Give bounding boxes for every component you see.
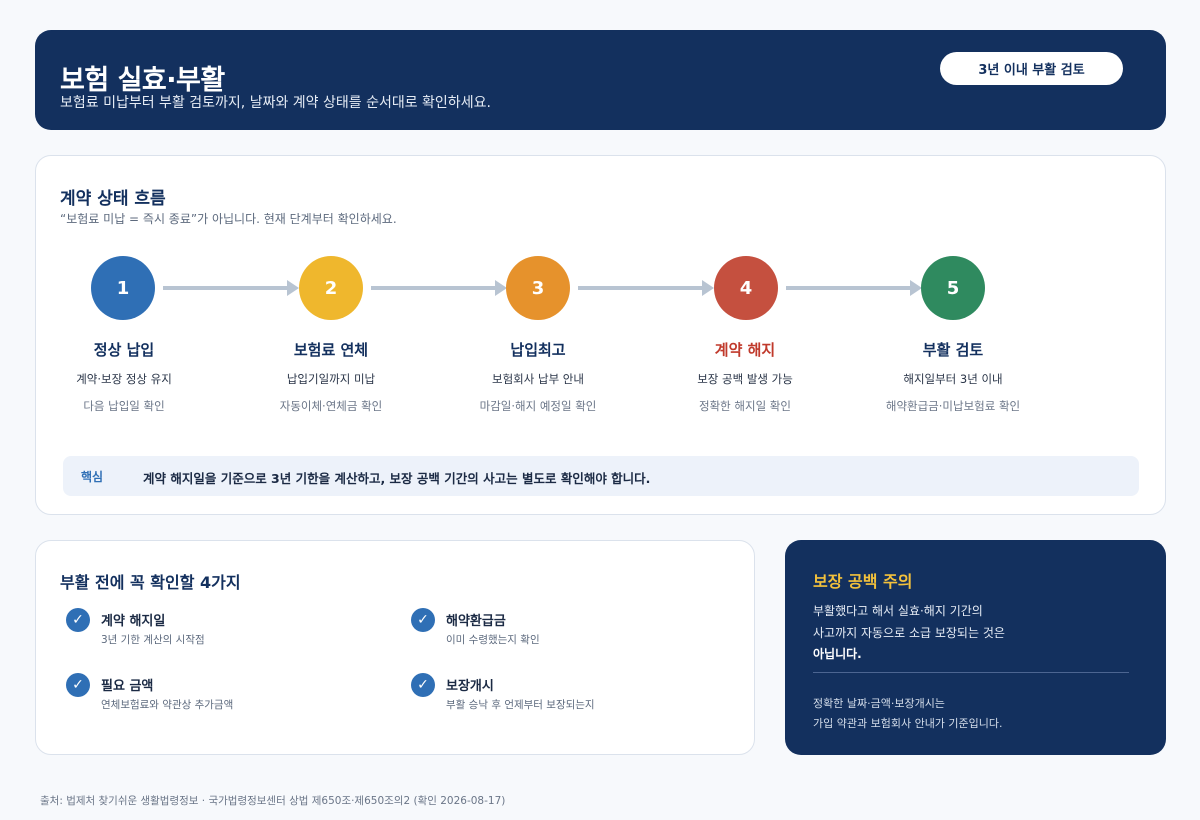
step-number-1: 1 xyxy=(91,256,155,320)
warning-text-emphasis: 아닙니다. xyxy=(813,647,862,661)
step-detail: 해지일부터 3년 이내 xyxy=(903,372,1003,386)
checklist-item-title: 보장개시 xyxy=(446,679,494,694)
divider xyxy=(813,672,1129,673)
step-check: 마감일·해지 예정일 확인 xyxy=(479,399,597,413)
page-subtitle: 보험료 미납부터 부활 검토까지, 날짜와 계약 상태를 순서대로 확인하세요. xyxy=(60,95,491,111)
header-banner: 보험 실효·부활 보험료 미납부터 부활 검토까지, 날짜와 계약 상태를 순서… xyxy=(35,30,1166,130)
checklist-item-title: 해약환급금 xyxy=(446,614,506,629)
checklist-item-desc: 이미 수령했는지 확인 xyxy=(446,634,540,646)
checklist-item-title: 필요 금액 xyxy=(101,679,154,694)
step-number-4: 4 xyxy=(714,256,778,320)
checklist-item-desc: 3년 기한 계산의 시작점 xyxy=(101,634,205,646)
status-flow-card: 계약 상태 흐름 “보험료 미납 = 즉시 종료”가 아닙니다. 현재 단계부터… xyxy=(35,155,1166,515)
coverage-gap-warning-card: 보장 공백 주의 부활했다고 해서 실효·해지 기간의 사고까지 자동으로 소급… xyxy=(785,540,1166,755)
step-detail: 보험회사 납부 안내 xyxy=(492,372,584,386)
step-number-3: 3 xyxy=(506,256,570,320)
flow-arrow xyxy=(786,280,922,296)
key-point-label: 핵심 xyxy=(81,470,104,484)
flow-arrow xyxy=(371,280,507,296)
step-check: 해약환급금·미납보험료 확인 xyxy=(885,399,1021,413)
warning-text-line: 부활했다고 해서 실효·해지 기간의 xyxy=(813,604,983,618)
step-title-notice: 납입최고 xyxy=(510,341,566,359)
step-check: 정확한 해지일 확인 xyxy=(699,399,791,413)
warning-title: 보장 공백 주의 xyxy=(813,572,913,591)
step-title-overdue: 보험료 연체 xyxy=(293,341,369,359)
deadline-badge: 3년 이내 부활 검토 xyxy=(940,52,1123,85)
step-number-2: 2 xyxy=(299,256,363,320)
key-point-text: 계약 해지일을 기준으로 3년 기한을 계산하고, 보장 공백 기간의 사고는 … xyxy=(143,471,651,486)
check-icon: ✓ xyxy=(66,673,90,697)
check-icon: ✓ xyxy=(66,608,90,632)
warning-note-line: 정확한 날짜·금액·보장개시는 xyxy=(813,697,945,710)
source-citation: 출처: 법제처 찾기쉬운 생활법령정보 · 국가법령정보센터 상법 제650조·… xyxy=(40,795,506,807)
step-title-normal: 정상 납입 xyxy=(93,341,155,359)
flow-arrow xyxy=(578,280,714,296)
flow-title: 계약 상태 흐름 xyxy=(60,189,166,209)
checklist-item-title: 계약 해지일 xyxy=(101,614,166,629)
warning-text-line: 사고까지 자동으로 소급 보장되는 것은 xyxy=(813,626,1005,640)
checklist-item-desc: 부활 승낙 후 언제부터 보장되는지 xyxy=(446,699,595,711)
check-icon: ✓ xyxy=(411,608,435,632)
step-detail: 납입기일까지 미납 xyxy=(286,372,376,386)
key-point-box: 핵심 계약 해지일을 기준으로 3년 기한을 계산하고, 보장 공백 기간의 사… xyxy=(63,456,1139,496)
step-number-5: 5 xyxy=(921,256,985,320)
check-icon: ✓ xyxy=(411,673,435,697)
checklist-title: 부활 전에 꼭 확인할 4가지 xyxy=(60,573,241,592)
step-detail: 보장 공백 발생 가능 xyxy=(697,372,793,386)
step-check: 다음 납입일 확인 xyxy=(83,399,165,413)
step-check: 자동이체·연체금 확인 xyxy=(279,399,383,413)
step-detail: 계약·보장 정상 유지 xyxy=(76,372,172,386)
warning-note-line: 가입 약관과 보험회사 안내가 기준입니다. xyxy=(813,717,1003,730)
checklist-item-desc: 연체보험료와 약관상 추가금액 xyxy=(101,699,234,711)
checklist-card: 부활 전에 꼭 확인할 4가지 ✓ 계약 해지일 3년 기한 계산의 시작점 ✓… xyxy=(35,540,755,755)
step-title-termination: 계약 해지 xyxy=(714,341,776,359)
step-title-revival: 부활 검토 xyxy=(922,341,984,359)
flow-arrow xyxy=(163,280,299,296)
flow-description: “보험료 미납 = 즉시 종료”가 아닙니다. 현재 단계부터 확인하세요. xyxy=(60,212,397,226)
